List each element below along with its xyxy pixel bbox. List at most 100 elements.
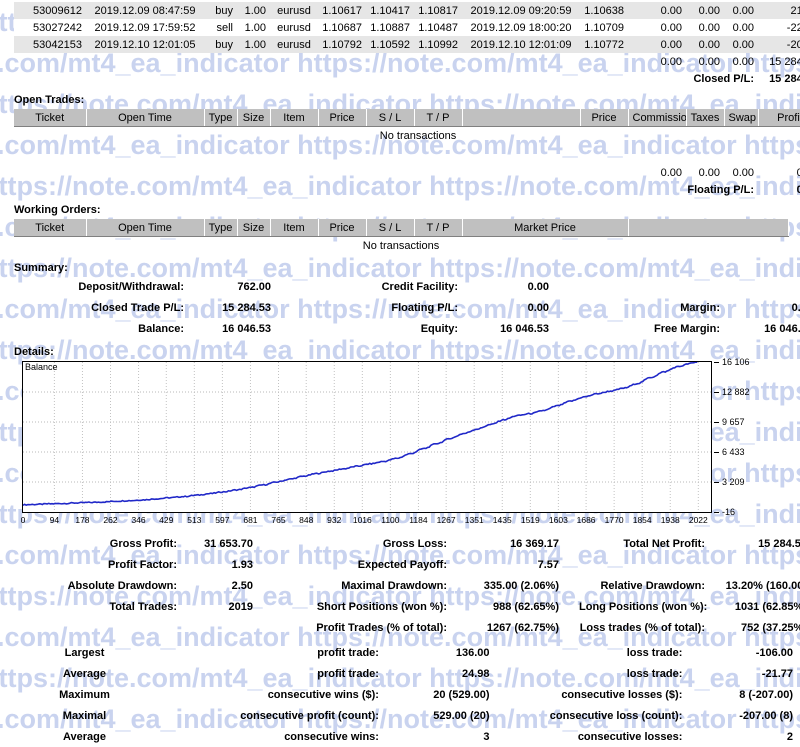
column-header-size[interactable]: Size (237, 219, 271, 237)
chart-x-axis-labels: 0 94 178 262 346 429 513 597 681 765 848 932 1016 110… (20, 514, 716, 528)
cell-open-time: 2019.12.09 08:47:59 (86, 2, 204, 19)
cell-item: eurusd (270, 36, 318, 53)
cell-open-time: 2019.12.09 17:59:52 (86, 19, 204, 36)
column-header-price[interactable]: Price (318, 109, 367, 127)
column-header-commission[interactable]: Commission (628, 109, 687, 127)
detail-value-b: 2 (786, 730, 793, 743)
cell-spacer (318, 181, 366, 198)
cell-spacer (462, 70, 580, 87)
cell-spacer (14, 181, 86, 198)
chart-x-tick-label: 1519 (520, 515, 540, 525)
cell-spacer (14, 70, 86, 87)
open-trades-empty: No transactions (379, 129, 457, 142)
column-header-s-l[interactable]: S / L (366, 109, 415, 127)
chart-x-tick-label: 1770 (604, 515, 624, 525)
cell-spacer (318, 164, 366, 181)
mt4-account-report: 53009612 2019.12.09 08:47:59 buy 1.00 eurusd… (0, 2, 800, 743)
table-row[interactable]: 53009612 2019.12.09 08:47:59 buy 1.00 eurusd… (14, 2, 800, 19)
cell-gap (628, 19, 644, 36)
column-header-price[interactable]: Price (580, 109, 629, 127)
chart-y-tick-mark (714, 451, 719, 453)
detail-value-a: 529.00 (20) (433, 709, 490, 722)
column-header-type[interactable]: Type (204, 109, 238, 127)
column-header-taxes[interactable]: Taxes (686, 109, 725, 127)
open-trades-totals-row: 0.00 0.00 0.00 0.00 (14, 164, 800, 181)
cell-spacer (491, 726, 510, 747)
stat-value: 988 (62.65%) (492, 600, 559, 613)
chart-x-tick-label: 848 (299, 515, 314, 525)
working-orders-title: Working Orders: (14, 204, 101, 216)
column-header-item[interactable]: Item (270, 109, 319, 127)
cell-spacer (491, 663, 510, 684)
stat-label: Long Positions (won %): (579, 600, 708, 613)
table-row[interactable]: 53027242 2019.12.09 17:59:52 sell 1.00 eurus… (14, 19, 800, 36)
detail-statistics-row: Maximum consecutive wins ($): 20 (529.00) c… (14, 684, 794, 705)
stat-label: Relative Drawdown: (600, 579, 705, 592)
column-header-blank[interactable] (628, 219, 789, 237)
column-header-profit[interactable]: Profit (758, 109, 800, 127)
cell-spacer (462, 53, 580, 70)
cell-price: 1.10617 (318, 2, 366, 19)
cell-spacer (237, 70, 270, 87)
detail-label-a: profit trade: (317, 646, 379, 659)
column-header-blank[interactable] (462, 109, 581, 127)
detail-statistics-row: Average consecutive wins: 3 consecutive los… (14, 726, 794, 747)
chart-x-tick-label: 262 (103, 515, 118, 525)
chart-y-tick-mark (714, 422, 719, 423)
statistics-row: Absolute Drawdown: 2.50 Maximal Drawdown: 3… (14, 575, 800, 596)
column-header-type[interactable]: Type (204, 219, 238, 237)
detail-value-a: 20 (529.00) (433, 688, 490, 701)
cell-tp: 1.10487 (414, 19, 462, 36)
column-header-ticket[interactable]: Ticket (14, 219, 87, 237)
column-header-open-time[interactable]: Open Time (86, 109, 205, 127)
chart-x-tick-label: 1016 (352, 515, 372, 525)
cell-spacer (580, 164, 628, 181)
table-row[interactable]: 53042153 2019.12.10 12:01:05 buy 1.00 eurusd… (14, 36, 800, 53)
detail-value-b: -207.00 (8) (739, 709, 793, 722)
stat-value: 752 (37.25%) (740, 621, 800, 634)
cell-ticket: 53009612 (14, 2, 86, 19)
chart-x-tick-label: 0 (20, 515, 26, 525)
closed-pl-row: Closed P/L: 15 284.53 (14, 70, 800, 87)
chart-x-tick-label: 1854 (632, 515, 652, 525)
stat-value: 2019 (228, 600, 253, 613)
stat-value (186, 617, 254, 638)
cell-taxes: 0.00 (686, 19, 724, 36)
column-header-t-p[interactable]: T / P (414, 219, 463, 237)
cell-spacer (270, 53, 318, 70)
cell-spacer (254, 533, 276, 554)
column-header-open-time[interactable]: Open Time (86, 219, 205, 237)
cell-spacer (366, 164, 414, 181)
total-taxes: 0.00 (698, 55, 720, 68)
summary-value: 15 284.53 (222, 301, 271, 314)
cell-spacer (560, 617, 578, 638)
summary-label: Margin: (680, 301, 720, 314)
cell-swap: 0.00 (724, 36, 758, 53)
cell-spacer (14, 164, 86, 181)
cell-spacer (366, 53, 414, 70)
open-total-profit: 0.00 (796, 166, 800, 179)
cell-spacer (254, 596, 276, 617)
summary-label: Credit Facility: (381, 280, 458, 293)
column-header-ticket[interactable]: Ticket (14, 109, 87, 127)
column-header-price[interactable]: Price (318, 219, 367, 237)
detail-label-a: consecutive wins ($): (267, 688, 379, 701)
total-swap: 0.00 (732, 55, 754, 68)
column-header-size[interactable]: Size (237, 109, 271, 127)
chart-y-tick-mark (714, 391, 719, 393)
cell-spacer (550, 297, 618, 318)
column-header-item[interactable]: Item (270, 219, 319, 237)
detail-label-a: consecutive wins: (284, 730, 379, 743)
cell-spacer (318, 70, 366, 87)
details-title: Details: (14, 346, 54, 358)
cell-spacer (204, 181, 237, 198)
stat-value: 15 284.53 (758, 537, 800, 550)
column-header-market-price[interactable]: Market Price (462, 219, 629, 237)
column-header-t-p[interactable]: T / P (414, 109, 463, 127)
detail-value-a: 24.98 (461, 667, 490, 680)
column-header-s-l[interactable]: S / L (366, 219, 415, 237)
chart-x-tick-label: 1686 (576, 515, 596, 525)
detail-value-b: 8 (-207.00) (739, 688, 793, 701)
chart-x-tick-label: 1435 (492, 515, 512, 525)
column-header-swap[interactable]: Swap (724, 109, 759, 127)
